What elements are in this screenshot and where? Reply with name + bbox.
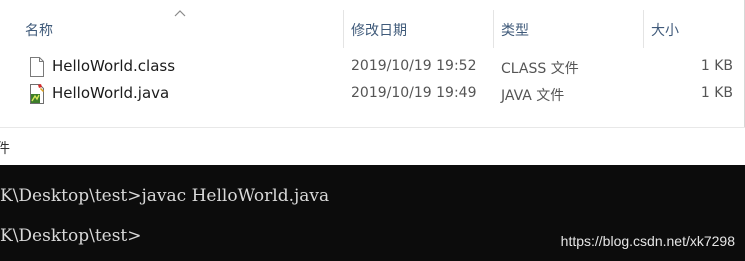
file-size: 1 KB	[700, 58, 733, 74]
watermark-text: https://blog.csdn.net/xk7298	[560, 233, 735, 249]
file-row-java[interactable]: HelloWorld.java 2019/10/19 19:49 JAVA 文件…	[0, 81, 745, 107]
file-row-class[interactable]: HelloWorld.class 2019/10/19 19:52 CLASS …	[0, 54, 745, 80]
column-header-name[interactable]: 名称	[0, 10, 343, 48]
window-gap-strip: 件	[0, 127, 745, 165]
column-header-size[interactable]: 大小	[644, 10, 744, 48]
partial-label: 件	[0, 141, 10, 157]
file-explorer: 名称 修改日期 类型 大小 HelloWorld.class 2019/10/1…	[0, 0, 745, 127]
console-prompt-line: K\Desktop\test>	[0, 226, 142, 246]
column-header-row: 名称 修改日期 类型 大小	[0, 10, 745, 48]
java-file-icon	[30, 84, 45, 104]
generic-file-icon	[30, 57, 44, 77]
column-header-name-label: 名称	[25, 23, 53, 39]
console-line: K\Desktop\test>javac HelloWorld.java	[0, 186, 330, 206]
column-header-type[interactable]: 类型	[494, 10, 643, 48]
file-type: JAVA 文件	[501, 88, 565, 104]
column-header-modified-label: 修改日期	[351, 23, 407, 39]
column-header-type-label: 类型	[501, 23, 529, 39]
file-size: 1 KB	[700, 85, 733, 101]
file-name: HelloWorld.java	[52, 84, 170, 102]
file-modified: 2019/10/19 19:49	[351, 85, 477, 101]
column-header-size-label: 大小	[651, 23, 679, 39]
column-header-modified[interactable]: 修改日期	[344, 10, 493, 48]
file-modified: 2019/10/19 19:52	[351, 58, 477, 74]
file-type: CLASS 文件	[501, 61, 579, 77]
file-name: HelloWorld.class	[52, 57, 176, 75]
